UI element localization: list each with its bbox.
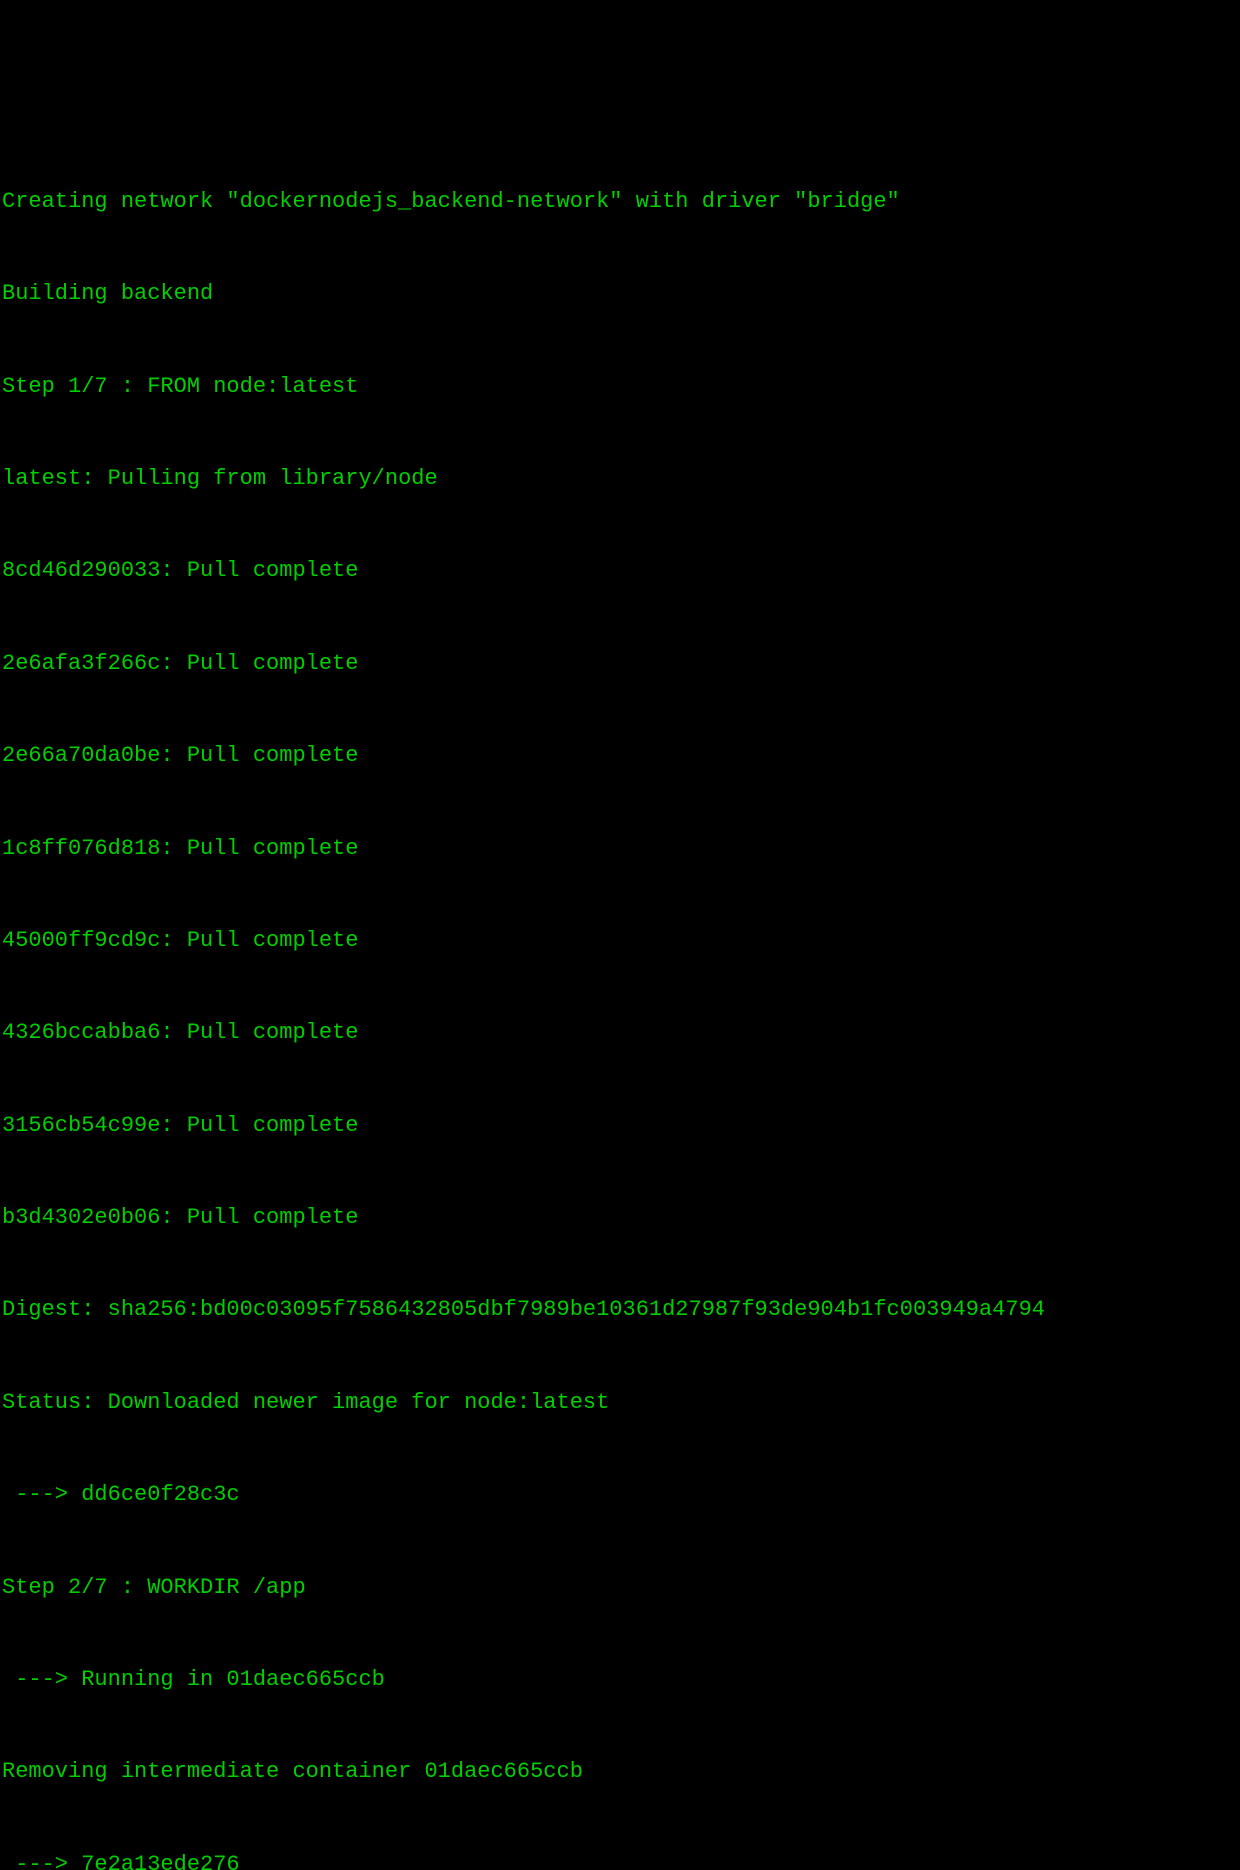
terminal-line: b3d4302e0b06: Pull complete bbox=[2, 1203, 1240, 1234]
terminal-line: latest: Pulling from library/node bbox=[2, 464, 1240, 495]
terminal-line: 1c8ff076d818: Pull complete bbox=[2, 834, 1240, 865]
terminal-line: 2e6afa3f266c: Pull complete bbox=[2, 649, 1240, 680]
terminal-line: Removing intermediate container 01daec66… bbox=[2, 1757, 1240, 1788]
terminal-line: Step 1/7 : FROM node:latest bbox=[2, 372, 1240, 403]
terminal-line: 2e66a70da0be: Pull complete bbox=[2, 741, 1240, 772]
terminal-line: ---> Running in 01daec665ccb bbox=[2, 1665, 1240, 1696]
terminal-line: Building backend bbox=[2, 279, 1240, 310]
terminal-line: Step 2/7 : WORKDIR /app bbox=[2, 1573, 1240, 1604]
terminal-line: 4326bccabba6: Pull complete bbox=[2, 1018, 1240, 1049]
terminal-line: 8cd46d290033: Pull complete bbox=[2, 556, 1240, 587]
terminal-line: Digest: sha256:bd00c03095f7586432805dbf7… bbox=[2, 1295, 1240, 1326]
terminal-line: ---> dd6ce0f28c3c bbox=[2, 1480, 1240, 1511]
terminal-line: ---> 7e2a13ede276 bbox=[2, 1850, 1240, 1870]
terminal-output[interactable]: Creating network "dockernodejs_backend-n… bbox=[0, 123, 1240, 1870]
terminal-line: Status: Downloaded newer image for node:… bbox=[2, 1388, 1240, 1419]
terminal-line: 3156cb54c99e: Pull complete bbox=[2, 1111, 1240, 1142]
terminal-line: Creating network "dockernodejs_backend-n… bbox=[2, 187, 1240, 218]
terminal-line: 45000ff9cd9c: Pull complete bbox=[2, 926, 1240, 957]
